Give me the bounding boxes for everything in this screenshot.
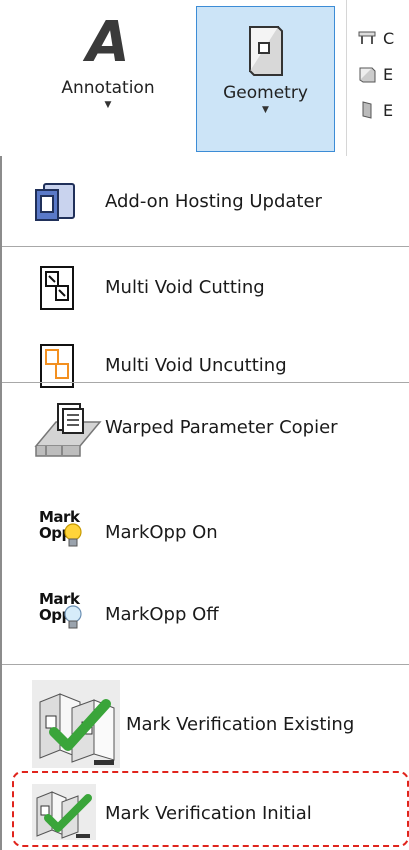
door-icon: [362, 101, 372, 119]
menu-item-label: Mark Verification Existing: [126, 713, 355, 735]
small-command-3-label: E: [383, 100, 394, 120]
menu-item-mark-verification-existing[interactable]: Mark Verification Existing: [2, 674, 409, 774]
element-icon: [359, 67, 376, 83]
dropdown-arrow-icon: ▼: [104, 100, 112, 110]
geometry-dropdown-menu: Add-on Hosting Updater Multi Void Cuttin…: [0, 156, 409, 850]
menu-item-label: MarkOpp On: [105, 521, 218, 543]
menu-separator: [2, 382, 409, 383]
dropdown-arrow-icon: ▼: [262, 105, 269, 115]
small-command-1[interactable]: C: [357, 20, 409, 56]
small-command-3[interactable]: E: [357, 92, 409, 128]
annotation-button[interactable]: A Annotation ▼: [38, 6, 178, 152]
menu-item-label: Multi Void Uncutting: [105, 354, 287, 376]
ribbon: A Annotation ▼ Geometry ▼ C E E: [0, 0, 409, 156]
ribbon-small-commands: C E E: [357, 20, 409, 128]
annotation-label: Annotation: [61, 78, 155, 98]
geometry-button[interactable]: Geometry ▼: [196, 6, 335, 152]
geometry-icon: [248, 26, 283, 76]
markopp-on-icon: Mark Opp: [39, 510, 101, 558]
lightbulb-on-icon: [64, 523, 82, 547]
markopp-off-icon: Mark Opp: [39, 592, 101, 640]
geometry-label: Geometry: [223, 83, 308, 103]
small-command-1-label: C: [383, 28, 395, 48]
hosting-updater-icon: [35, 183, 75, 221]
menu-separator: [2, 664, 409, 665]
ribbon-divider: [346, 0, 347, 156]
menu-item-label: Add-on Hosting Updater: [105, 190, 322, 212]
small-command-2-label: E: [383, 64, 394, 84]
mark-verification-existing-icon: [32, 680, 120, 768]
menu-item-label: Warped Parameter Copier: [105, 416, 338, 438]
menu-item-add-on-hosting-updater[interactable]: Add-on Hosting Updater: [2, 166, 409, 236]
menu-item-label: MarkOpp Off: [105, 603, 219, 625]
small-command-2[interactable]: E: [357, 56, 409, 92]
menu-item-markopp-on[interactable]: Mark Opp MarkOpp On: [2, 496, 409, 568]
parameter-copier-icon: [34, 403, 102, 457]
menu-separator: [2, 246, 409, 247]
annotation-icon: A: [86, 10, 130, 75]
void-cutting-icon: [40, 266, 74, 310]
highlight-dashed-box: [12, 771, 409, 847]
menu-item-warped-parameter-copier[interactable]: Warped Parameter Copier: [2, 390, 409, 464]
beam-icon: [358, 31, 376, 44]
menu-item-markopp-off[interactable]: Mark Opp MarkOpp Off: [2, 578, 409, 650]
menu-item-multi-void-cutting[interactable]: Multi Void Cutting: [2, 252, 409, 322]
lightbulb-off-icon: [64, 605, 82, 629]
menu-item-label: Multi Void Cutting: [105, 276, 265, 298]
